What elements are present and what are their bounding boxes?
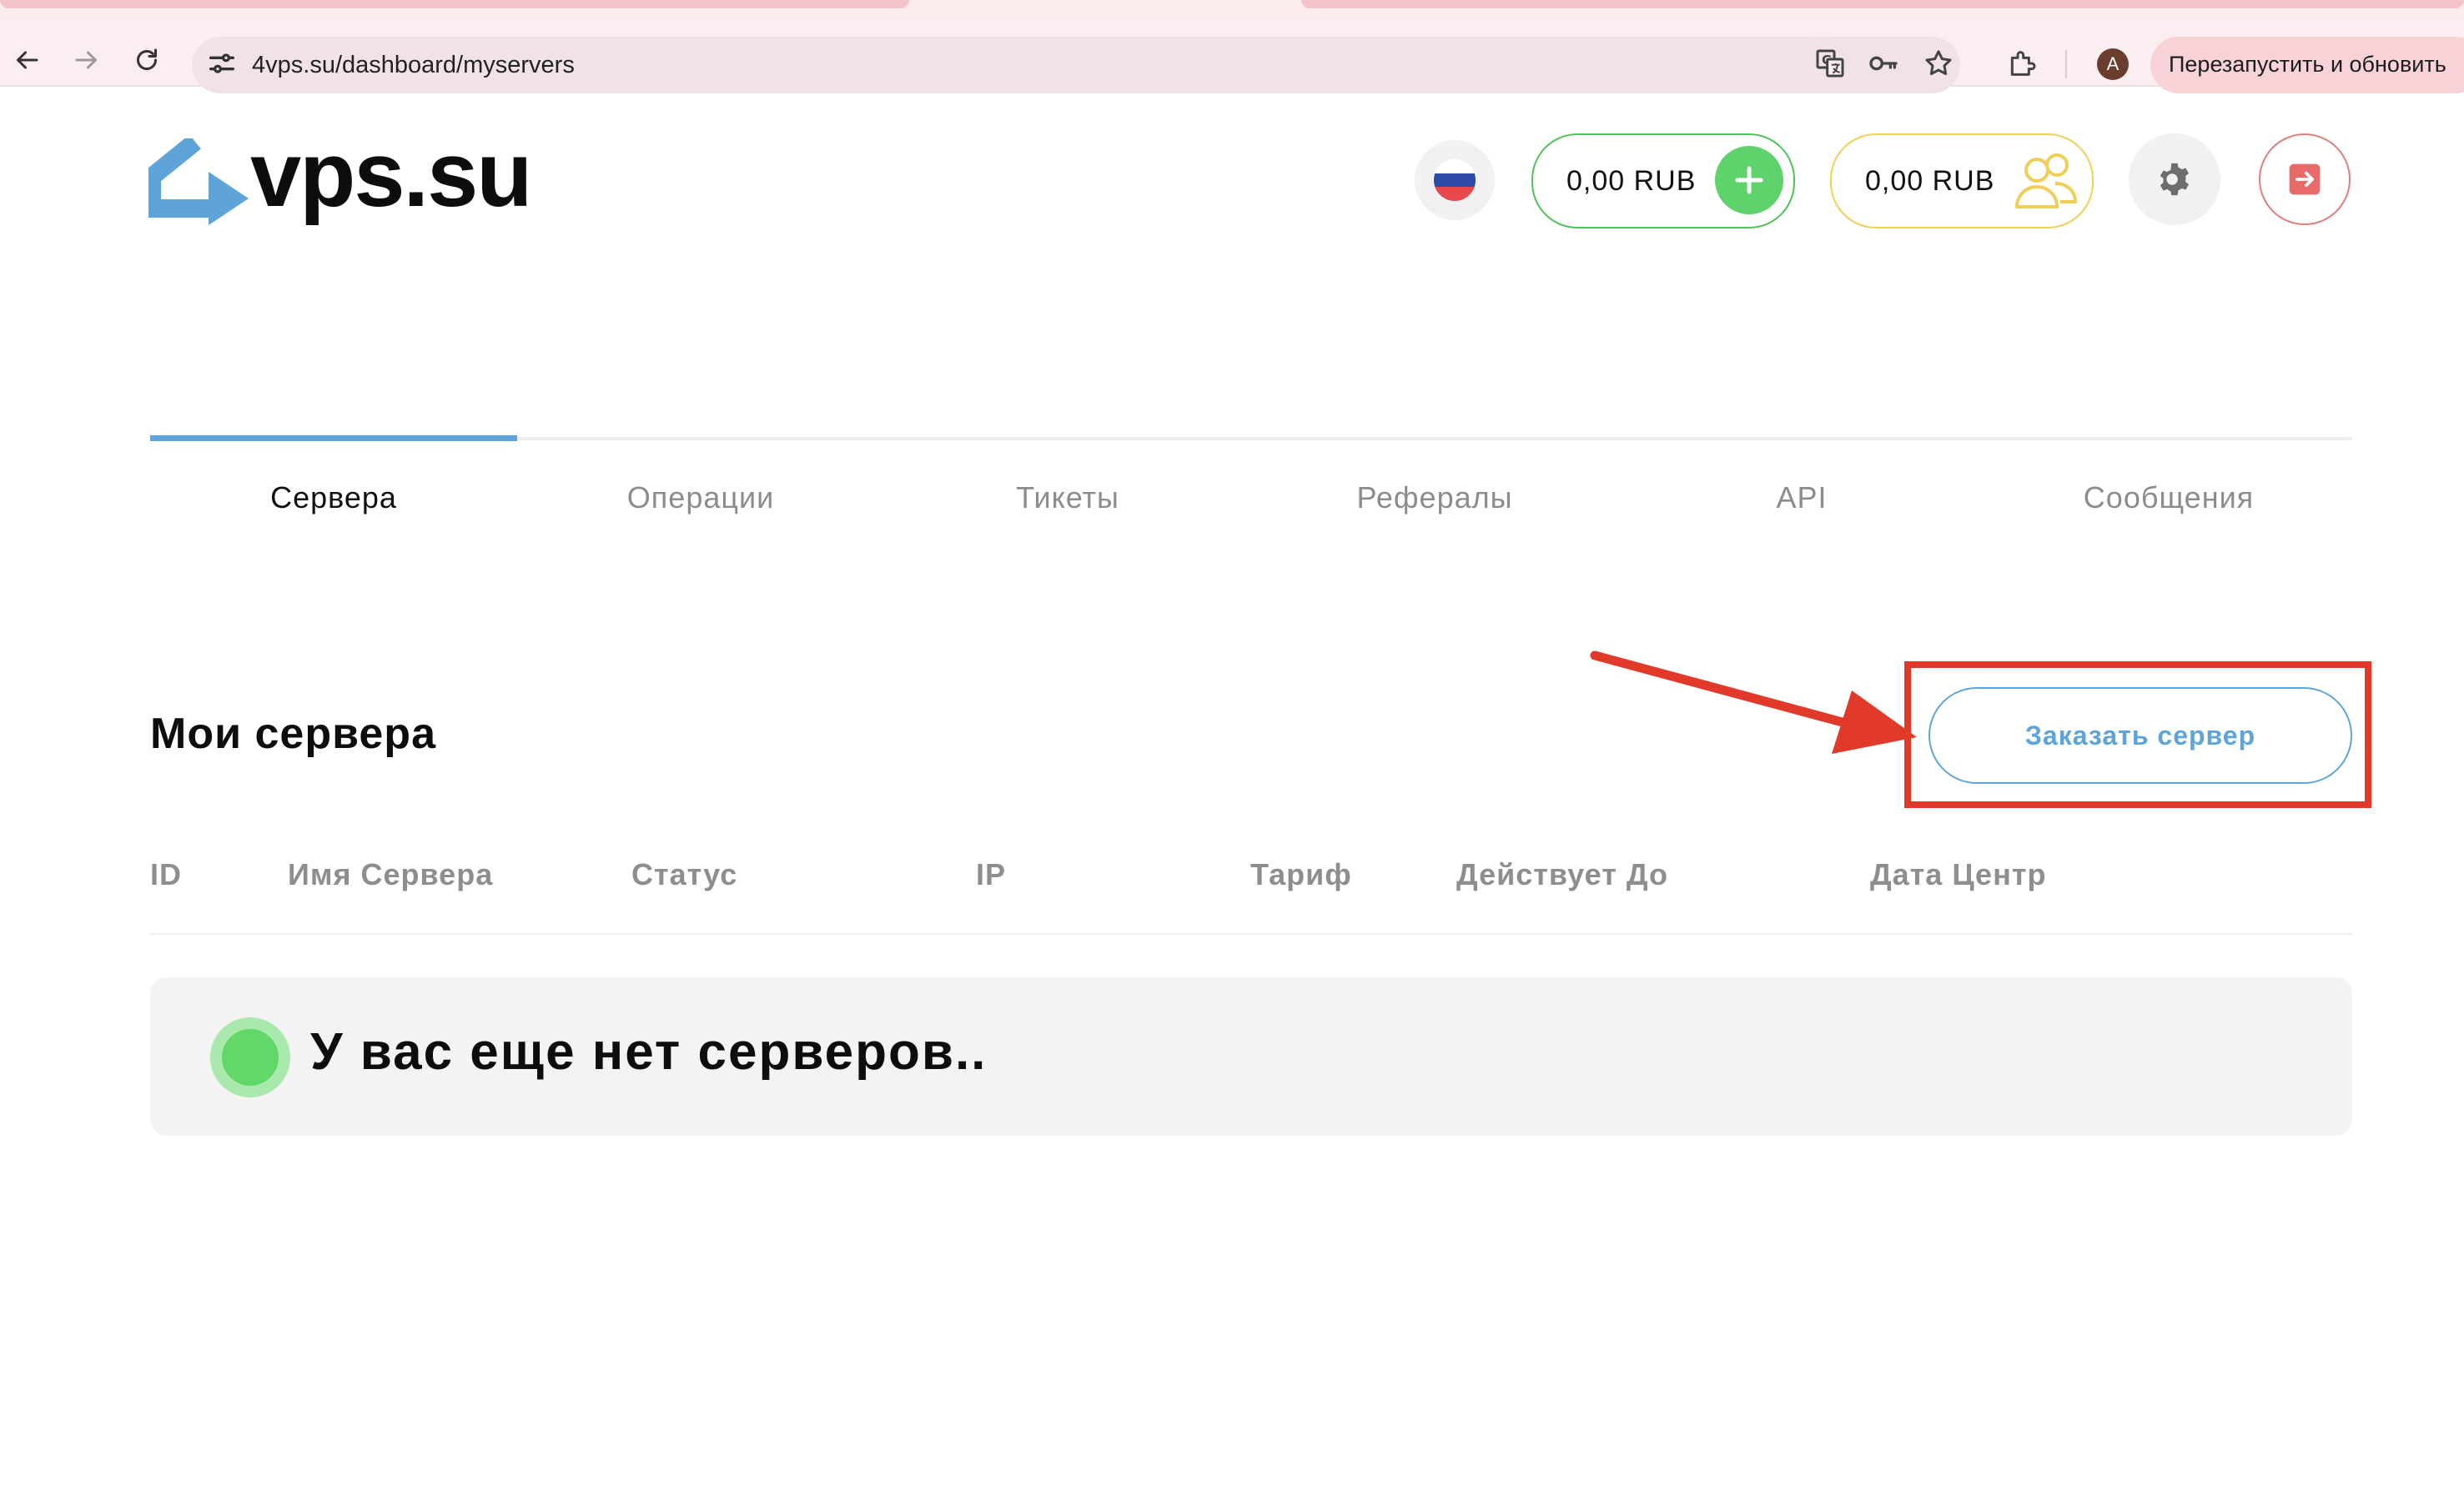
gear-icon <box>2160 163 2190 196</box>
settings-button[interactable] <box>2129 133 2220 225</box>
reload-icon <box>137 48 157 70</box>
balance-pill[interactable]: 0,00 RUB <box>1531 133 1795 228</box>
logo-arrow-icon <box>148 138 249 225</box>
page-title: Мои сервера <box>150 710 436 758</box>
column-header-id: ID <box>150 857 182 891</box>
logo-text: vps.su <box>250 123 532 226</box>
url-text[interactable]: 4vps.su/dashboard/myservers <box>252 49 575 81</box>
active-tab-indicator <box>150 435 517 441</box>
relaunch-label: Перезапустить и обновить <box>2169 52 2446 77</box>
column-header-datacenter: Дата Центр <box>1870 857 2047 891</box>
referral-balance-pill[interactable]: 0,00 RUB <box>1830 133 2094 228</box>
referral-balance-amount: 0,00 RUB <box>1865 165 1995 197</box>
balance-amount: 0,00 RUB <box>1566 165 1697 197</box>
forward-arrow-icon <box>75 51 97 69</box>
bookmark-star-icon[interactable] <box>1922 47 1955 80</box>
browser-tab[interactable] <box>1301 0 2464 8</box>
browser-tab-strip <box>0 0 2464 18</box>
referral-users-icon <box>2015 153 2077 208</box>
browser-tab[interactable] <box>0 0 909 8</box>
column-header-status: Статус <box>631 857 738 891</box>
tab-api[interactable]: API <box>1618 480 1985 515</box>
tab-servers[interactable]: Сервера <box>150 480 517 515</box>
add-funds-button[interactable] <box>1715 146 1783 214</box>
table-header-divider <box>150 933 2352 935</box>
tab-messages[interactable]: Сообщения <box>1985 480 2352 515</box>
plus-icon <box>1735 166 1763 194</box>
logout-button[interactable] <box>2259 133 2351 225</box>
tab-referrals[interactable]: Рефералы <box>1251 480 1618 515</box>
site-info-icon[interactable] <box>205 47 239 80</box>
status-dot-icon <box>222 1029 279 1086</box>
tab-operations[interactable]: Операции <box>517 480 884 515</box>
profile-avatar[interactable]: A <box>2097 48 2129 80</box>
extensions-puzzle-icon[interactable] <box>2005 47 2039 80</box>
back-arrow-icon <box>17 51 38 69</box>
language-selector[interactable] <box>1415 140 1495 220</box>
annotation-highlight-box <box>1904 661 2371 808</box>
back-button[interactable] <box>8 42 45 78</box>
empty-state-message: У вас еще нет серверов.. <box>310 1023 988 1081</box>
annotation-arrow <box>1590 650 1917 754</box>
toolbar-separator <box>2065 50 2067 78</box>
tab-tickets[interactable]: Тикеты <box>884 480 1251 515</box>
forward-button[interactable] <box>68 42 105 78</box>
reload-button[interactable] <box>128 42 165 78</box>
column-header-tariff: Тариф <box>1250 857 1352 891</box>
site-logo[interactable]: vps.su <box>148 125 549 233</box>
column-header-valid-until: Действует До <box>1456 857 1668 891</box>
relaunch-update-button[interactable]: Перезапустить и обновить <box>2150 37 2464 93</box>
russia-flag-icon <box>1434 159 1476 201</box>
browser-toolbar: 4vps.su/dashboard/myservers G A Перезапу… <box>0 18 2464 93</box>
logout-icon <box>2289 163 2321 195</box>
column-header-server-name: Имя Сервера <box>288 857 494 891</box>
password-key-icon[interactable] <box>1867 47 1900 80</box>
empty-state-card: У вас еще нет серверов.. <box>150 977 2352 1136</box>
column-header-ip: IP <box>976 857 1007 891</box>
translate-icon[interactable]: G <box>1813 47 1847 80</box>
